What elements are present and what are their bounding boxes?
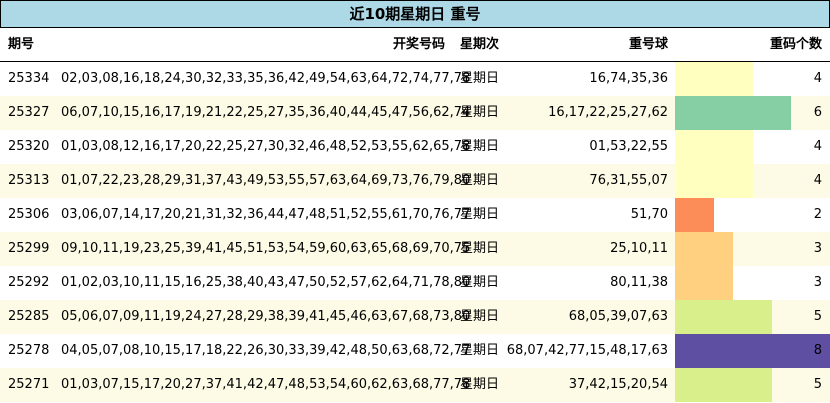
repeat-cell: 37,42,15,20,54 — [568, 377, 668, 392]
count-cell: 6 — [813, 105, 822, 120]
count-bar — [675, 334, 830, 368]
header-weekday: 星期次 — [460, 37, 500, 52]
numbers-cell: 03,06,07,14,17,20,21,31,32,36,44,47,48,5… — [61, 207, 471, 222]
count-cell: 2 — [813, 207, 822, 222]
weekday-cell: 星期日 — [460, 343, 500, 358]
repeat-cell: 16,17,22,25,27,62 — [548, 105, 668, 120]
weekday-cell: 星期日 — [460, 275, 500, 290]
weekday-cell: 星期日 — [460, 173, 500, 188]
repeat-cell: 80,11,38 — [610, 275, 668, 290]
table-row: 25285 05,06,07,09,11,19,24,27,28,29,38,39… — [0, 300, 830, 334]
count-cell: 4 — [813, 139, 822, 154]
weekday-cell: 星期日 — [460, 377, 500, 392]
repeat-cell: 76,31,55,07 — [589, 173, 668, 188]
table-row: 25334 02,03,08,16,18,24,30,32,33,35,36,42… — [0, 62, 830, 96]
count-cell: 5 — [813, 309, 822, 324]
table-row: 25320 01,03,08,12,16,17,20,22,25,27,30,32… — [0, 130, 830, 164]
numbers-cell: 01,03,07,15,17,20,27,37,41,42,47,48,53,5… — [61, 377, 471, 392]
count-bar — [675, 198, 714, 232]
weekday-cell: 星期日 — [460, 139, 500, 154]
table-row: 25313 01,07,22,23,28,29,31,37,43,49,53,55… — [0, 164, 830, 198]
header-numbers: 开奖号码 — [392, 37, 445, 52]
numbers-cell: 05,06,07,09,11,19,24,27,28,29,38,39,41,4… — [61, 309, 471, 324]
weekday-cell: 星期日 — [460, 207, 500, 222]
header-count: 重码个数 — [769, 37, 822, 52]
weekday-cell: 星期日 — [460, 71, 500, 86]
repeat-cell: 68,05,39,07,63 — [568, 309, 668, 324]
table-row: 25292 01,02,03,10,11,15,16,25,38,40,43,47… — [0, 266, 830, 300]
numbers-cell: 01,02,03,10,11,15,16,25,38,40,43,47,50,5… — [61, 275, 471, 290]
table-row: 25306 03,06,07,14,17,20,21,31,32,36,44,47… — [0, 198, 830, 232]
weekday-cell: 星期日 — [460, 241, 500, 256]
count-bar — [675, 232, 734, 266]
repeat-cell: 68,07,42,77,15,48,17,63 — [506, 343, 668, 358]
numbers-cell: 01,07,22,23,28,29,31,37,43,49,53,55,57,6… — [61, 173, 471, 188]
repeat-cell: 16,74,35,36 — [589, 71, 668, 86]
table-row: 25299 09,10,11,19,23,25,39,41,45,51,53,54… — [0, 232, 830, 266]
numbers-cell: 09,10,11,19,23,25,39,41,45,51,53,54,59,6… — [61, 241, 471, 256]
issue-cell: 25313 — [8, 173, 50, 188]
table-title: 近10期星期日 重号 — [0, 0, 830, 28]
numbers-cell: 01,03,08,12,16,17,20,22,25,27,30,32,46,4… — [61, 139, 471, 154]
count-bar — [675, 300, 772, 334]
issue-cell: 25292 — [8, 275, 50, 290]
header-issue: 期号 — [8, 37, 35, 52]
repeat-cell: 51,70 — [630, 207, 668, 222]
count-cell: 4 — [813, 71, 822, 86]
table-row: 25278 04,05,07,08,10,15,17,18,22,26,30,33… — [0, 334, 830, 368]
count-cell: 3 — [813, 275, 822, 290]
repeat-number-table: 近10期星期日 重号 期号 开奖号码 星期次 重号球 重码个数 25334 02,… — [0, 0, 830, 403]
table-header: 期号 开奖号码 星期次 重号球 重码个数 — [0, 28, 830, 62]
table-row: 25271 01,03,07,15,17,20,27,37,41,42,47,48… — [0, 368, 830, 402]
count-bar — [675, 62, 753, 96]
count-bar — [675, 266, 734, 300]
numbers-cell: 04,05,07,08,10,15,17,18,22,26,30,33,39,4… — [61, 343, 471, 358]
table-body: 25334 02,03,08,16,18,24,30,32,33,35,36,42… — [0, 62, 830, 402]
issue-cell: 25278 — [8, 343, 50, 358]
count-bar — [675, 130, 753, 164]
issue-cell: 25320 — [8, 139, 50, 154]
count-cell: 4 — [813, 173, 822, 188]
issue-cell: 25285 — [8, 309, 50, 324]
issue-cell: 25299 — [8, 241, 50, 256]
header-repeat: 重号球 — [628, 37, 668, 52]
count-cell: 5 — [813, 377, 822, 392]
repeat-cell: 25,10,11 — [610, 241, 668, 256]
issue-cell: 25271 — [8, 377, 50, 392]
weekday-cell: 星期日 — [460, 309, 500, 324]
count-cell: 8 — [813, 343, 822, 358]
table-row: 25327 06,07,10,15,16,17,19,21,22,25,27,35… — [0, 96, 830, 130]
count-bar — [675, 368, 772, 402]
numbers-cell: 02,03,08,16,18,24,30,32,33,35,36,42,49,5… — [61, 71, 471, 86]
numbers-cell: 06,07,10,15,16,17,19,21,22,25,27,35,36,4… — [61, 105, 471, 120]
weekday-cell: 星期日 — [460, 105, 500, 120]
issue-cell: 25306 — [8, 207, 50, 222]
issue-cell: 25334 — [8, 71, 50, 86]
issue-cell: 25327 — [8, 105, 50, 120]
count-bar — [675, 164, 753, 198]
repeat-cell: 01,53,22,55 — [589, 139, 668, 154]
count-cell: 3 — [813, 241, 822, 256]
count-bar — [675, 96, 792, 130]
